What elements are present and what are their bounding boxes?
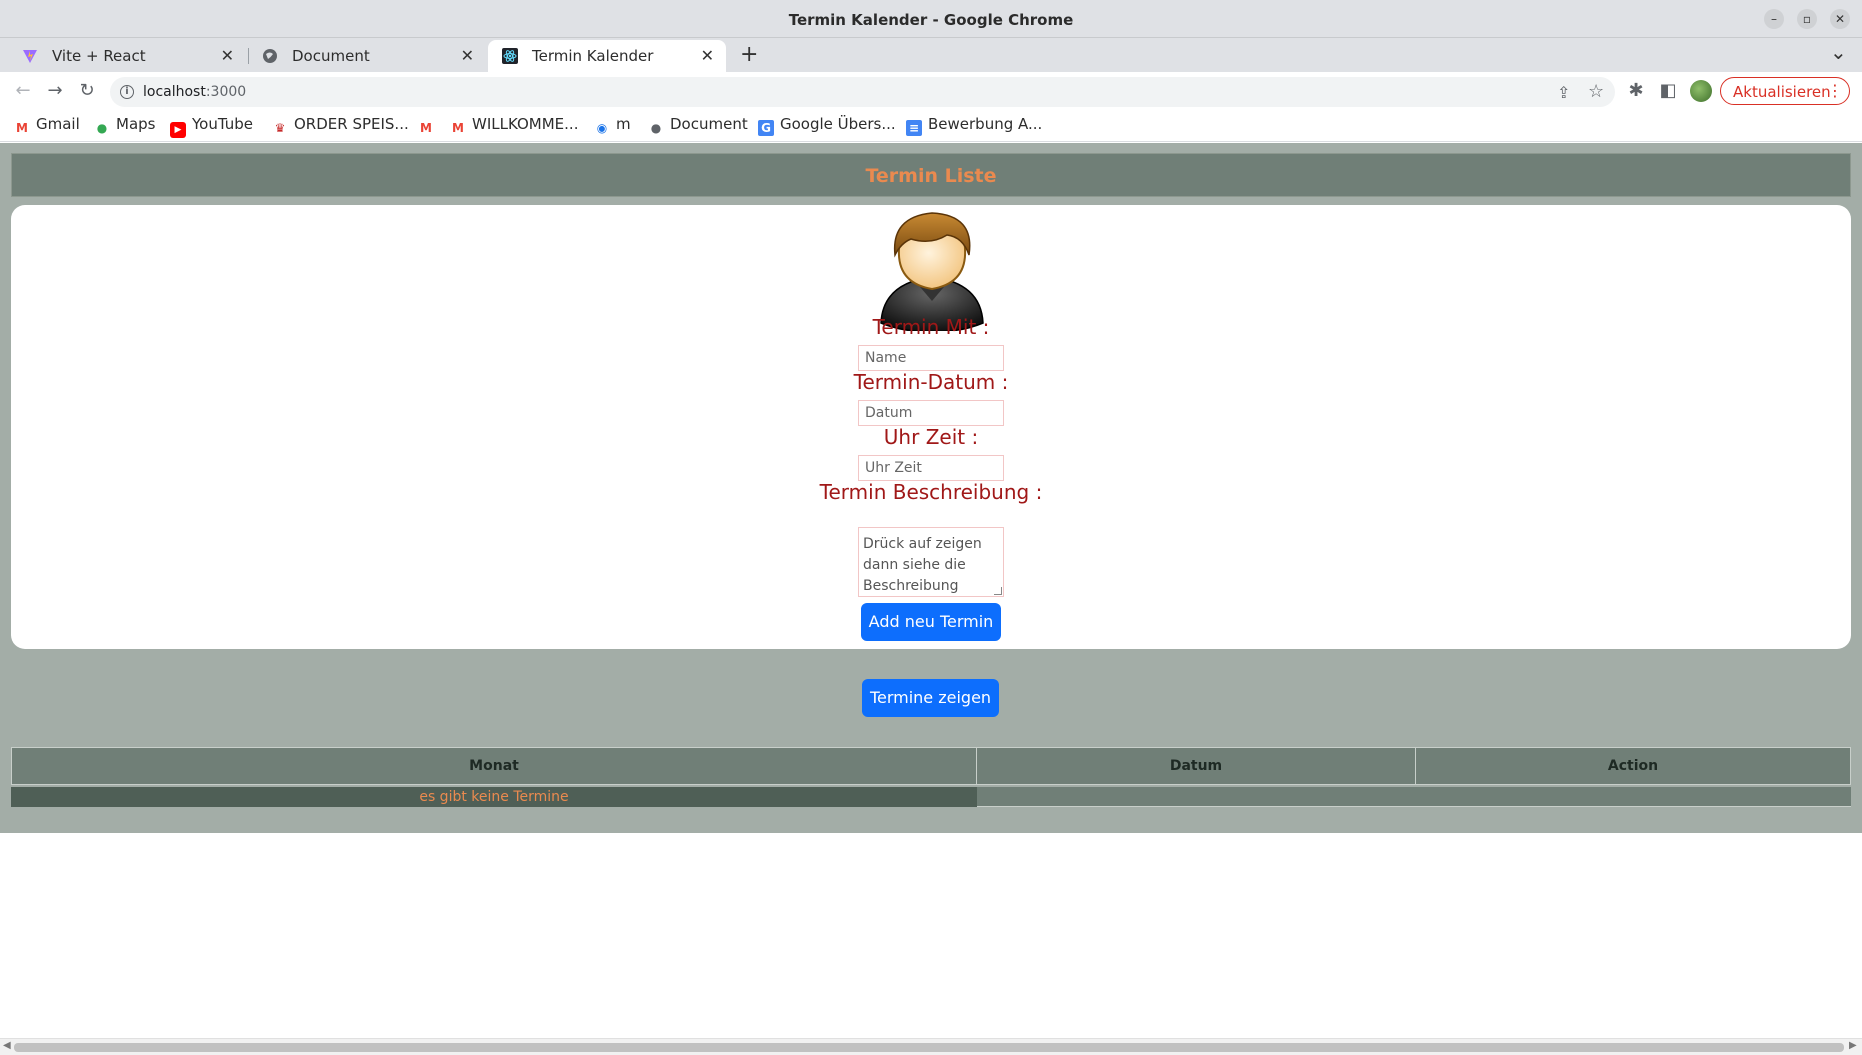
bookmark-order[interactable]: ♛ ORDER SPEIS... <box>272 115 409 136</box>
bookmark-label: WILLKOMME... <box>472 115 579 133</box>
termin-form-card: Termin Mit : Name Termin-Datum : Datum U… <box>11 205 1851 649</box>
description-label: Termin Beschreibung : <box>819 480 1043 504</box>
youtube-icon: ▶ <box>170 122 186 138</box>
person-avatar-icon <box>880 212 984 331</box>
forward-arrow-icon[interactable]: → <box>44 80 66 102</box>
description-placeholder: Drück auf zeigen dann siehe die Beschrei… <box>863 536 982 594</box>
bookmark-label: Gmail <box>36 115 80 133</box>
bookmark-google-translate[interactable]: G Google Übers... <box>758 115 896 136</box>
column-header-monat: Monat <box>11 747 977 785</box>
bookmark-youtube[interactable]: ▶ YouTube <box>170 115 253 138</box>
url-host: localhost <box>143 84 206 100</box>
bookmark-label: Bewerbung A... <box>928 115 1043 133</box>
tab-label: Termin Kalender <box>532 47 654 65</box>
name-label: Termin Mit : <box>872 315 990 339</box>
window-titlebar: Termin Kalender - Google Chrome – ▫ ✕ <box>0 0 1862 38</box>
globe-icon: ● <box>650 121 662 135</box>
horizontal-scrollbar[interactable]: ◀ ▶ <box>0 1038 1862 1055</box>
page-header: Termin Liste <box>11 153 1851 197</box>
bookmarks-bar: M Gmail ● Maps ▶ YouTube ♛ ORDER SPEIS... M … <box>0 110 1862 142</box>
browser-toolbar: ← → ↻ i localhost:3000 ⇪ ☆ ✱ ◧ Aktualisi… <box>0 72 1862 110</box>
url-port: :3000 <box>205 84 247 100</box>
date-label: Termin-Datum : <box>853 370 1009 394</box>
window-title: Termin Kalender - Google Chrome <box>788 11 1074 29</box>
name-input[interactable]: Name <box>858 345 1004 371</box>
bookmark-label: Maps <box>116 115 156 133</box>
address-bar[interactable]: i localhost:3000 ⇪ ☆ <box>110 77 1615 107</box>
scroll-right-arrow-icon[interactable]: ▶ <box>1849 1040 1857 1051</box>
scroll-left-arrow-icon[interactable]: ◀ <box>3 1040 11 1051</box>
globe-icon <box>263 49 277 63</box>
bookmark-label: YouTube <box>192 115 253 133</box>
bookmark-gmail[interactable]: M Gmail <box>14 115 80 136</box>
update-label: Aktualisieren <box>1733 83 1831 101</box>
vite-icon <box>23 50 37 63</box>
tab-strip: Vite + React ✕ Document ✕ Termin Kalende… <box>0 38 1862 72</box>
gmail-icon: M <box>452 121 464 135</box>
table-row <box>977 787 1851 807</box>
description-textarea[interactable]: Drück auf zeigen dann siehe die Beschrei… <box>858 527 1004 597</box>
order-icon: ♛ <box>274 121 286 135</box>
translate-icon: G <box>758 120 774 136</box>
menu-dots-icon[interactable]: ⋮ <box>1827 81 1843 100</box>
bookmark-willkommen[interactable]: M WILLKOMME... <box>450 115 578 136</box>
profile-avatar[interactable] <box>1690 80 1712 102</box>
update-button[interactable]: Aktualisieren ⋮ <box>1720 77 1850 105</box>
empty-table-message: es gibt keine Termine <box>11 787 977 807</box>
site-info-icon[interactable]: i <box>120 85 134 99</box>
restore-button[interactable]: ▫ <box>1797 9 1817 29</box>
column-header-action: Action <box>1415 747 1851 785</box>
new-tab-button[interactable]: + <box>740 42 758 67</box>
url-text: localhost:3000 <box>143 84 246 100</box>
tab-search-chevron-down-icon[interactable]: ⌄ <box>1830 40 1847 64</box>
tab-document[interactable]: Document ✕ <box>248 40 486 72</box>
gmail-icon: M <box>420 121 432 135</box>
tab-termin-kalender[interactable]: Termin Kalender ✕ <box>488 40 726 72</box>
app-background: Termin Liste Termin Mit : Name Termin-Da… <box>0 143 1862 833</box>
bookmark-m[interactable]: ◉ m <box>594 115 631 136</box>
back-arrow-icon[interactable]: ← <box>12 80 34 102</box>
bookmark-label: m <box>616 115 631 133</box>
scrollbar-thumb[interactable] <box>14 1043 1844 1052</box>
bookmark-label: ORDER SPEIS... <box>294 115 409 133</box>
docs-icon: ≡ <box>906 120 922 136</box>
share-icon[interactable]: ⇪ <box>1557 83 1570 102</box>
time-label: Uhr Zeit : <box>883 425 979 449</box>
react-icon <box>502 48 518 64</box>
page-title: Termin Liste <box>865 165 997 187</box>
show-termine-button[interactable]: Termine zeigen <box>862 679 999 717</box>
column-header-datum: Datum <box>976 747 1416 785</box>
reload-icon[interactable]: ↻ <box>76 80 98 102</box>
maps-icon: ● <box>96 121 108 135</box>
bookmark-bewerbung[interactable]: ≡ Bewerbung A... <box>906 115 1042 136</box>
bookmark-star-icon[interactable]: ☆ <box>1588 81 1604 102</box>
time-input[interactable]: Uhr Zeit <box>858 455 1004 481</box>
side-panel-icon[interactable]: ◧ <box>1657 80 1679 102</box>
close-window-button[interactable]: ✕ <box>1830 9 1850 29</box>
bookmark-label: Google Übers... <box>780 115 896 133</box>
close-icon[interactable]: ✕ <box>701 46 714 65</box>
extensions-puzzle-icon[interactable]: ✱ <box>1625 80 1647 102</box>
close-icon[interactable]: ✕ <box>461 46 474 65</box>
tab-vite-react[interactable]: Vite + React ✕ <box>8 40 246 72</box>
minimize-button[interactable]: – <box>1764 9 1784 29</box>
resize-handle[interactable] <box>994 587 1002 595</box>
m-icon: ◉ <box>596 121 608 135</box>
add-termin-button[interactable]: Add neu Termin <box>861 603 1001 641</box>
tab-label: Document <box>292 47 370 65</box>
bookmark-maps[interactable]: ● Maps <box>94 115 156 136</box>
bookmark-document[interactable]: ● Document <box>648 115 748 136</box>
page-viewport: Termin Liste Termin Mit : Name Termin-Da… <box>0 143 1862 1033</box>
bookmark-gmail-2[interactable]: M <box>418 115 440 136</box>
bookmark-label: Document <box>670 115 748 133</box>
gmail-icon: M <box>16 121 28 135</box>
date-input[interactable]: Datum <box>858 400 1004 426</box>
tab-label: Vite + React <box>52 47 146 65</box>
close-icon[interactable]: ✕ <box>221 46 234 65</box>
